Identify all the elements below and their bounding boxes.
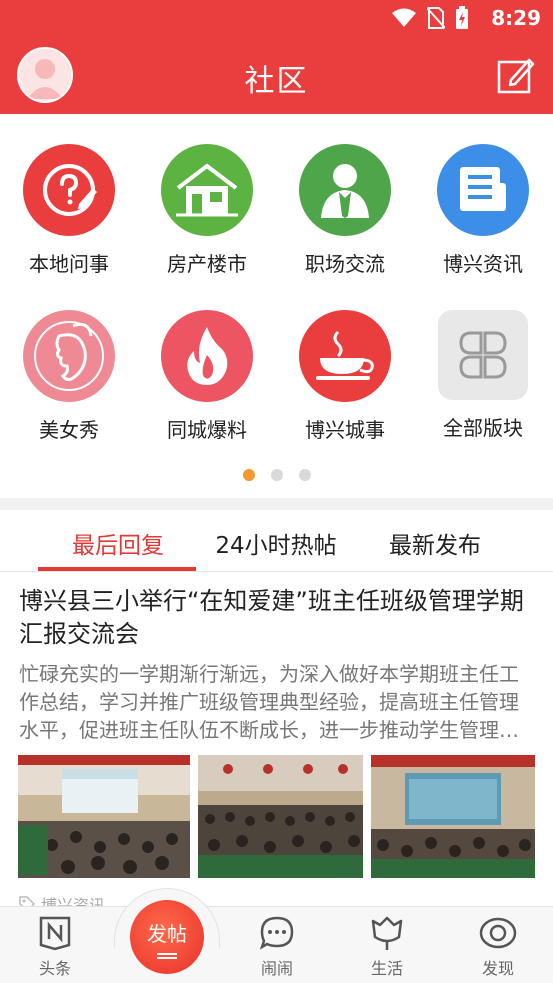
coffee-cup-icon	[299, 310, 391, 402]
post-button-label: 发帖	[147, 922, 187, 946]
status-time: 8:29	[491, 6, 541, 30]
flame-icon	[161, 310, 253, 402]
page-title: 社区	[244, 64, 309, 99]
app-header: 社区	[0, 36, 553, 114]
page-dot[interactable]	[270, 469, 283, 481]
tab-24h-hot[interactable]: 24小时热帖	[196, 526, 356, 560]
battery-charging-icon	[456, 6, 468, 29]
nav-life[interactable]: 生活	[352, 915, 422, 979]
page-dot[interactable]	[242, 469, 255, 481]
house-icon	[161, 144, 253, 236]
chat-bubble-icon	[259, 916, 294, 950]
category-workplace[interactable]: 职场交流	[276, 144, 414, 277]
post-card[interactable]: 博兴县三小举行“在知爱建”班主任班级管理学期汇报交流会 忙碌充实的一学期渐行渐远…	[19, 585, 535, 744]
wifi-icon	[392, 8, 416, 27]
status-bar: 8:29	[0, 0, 553, 36]
compose-icon[interactable]	[497, 56, 535, 94]
post-excerpt: 忙碌充实的一学期渐行渐远，为深入做好本学期班主任工作总结，学习并推广班级管理典型…	[19, 662, 519, 742]
post-image[interactable]	[198, 755, 370, 878]
category-label: 博兴城事	[305, 418, 385, 442]
grid-four-icon	[438, 310, 528, 400]
category-local-questions[interactable]: 本地问事	[0, 144, 138, 277]
category-grid: 本地问事 房产楼市 职场交流 博兴资讯 美女秀 同城爆料 博兴城事 全部版块	[0, 114, 553, 498]
category-real-estate[interactable]: 房产楼市	[138, 144, 276, 277]
category-label: 博兴资讯	[443, 252, 523, 276]
category-label: 本地问事	[29, 252, 109, 276]
post-button[interactable]: 发帖	[130, 900, 204, 974]
category-boxing-news[interactable]: 博兴资讯	[414, 144, 552, 277]
headline-n-icon	[39, 916, 71, 951]
post-images	[18, 755, 535, 878]
category-city-tips[interactable]: 同城爆料	[138, 310, 276, 443]
nav-label: 发现	[481, 959, 514, 978]
nav-discover[interactable]: 发现	[463, 915, 533, 979]
nav-label: 头条	[38, 959, 71, 978]
no-sim-icon	[427, 7, 445, 29]
nav-label: 生活	[370, 959, 403, 978]
category-label: 全部版块	[443, 416, 523, 440]
nav-chat[interactable]: 闹闹	[242, 915, 312, 979]
bottom-nav: 头条 闹闹 生活 发现	[0, 906, 553, 983]
status-icons	[391, 6, 469, 30]
post-title[interactable]: 博兴县三小举行“在知爱建”班主任班级管理学期汇报交流会	[19, 585, 535, 651]
post-image[interactable]	[371, 755, 535, 878]
section-divider	[0, 498, 553, 510]
category-beauty-show[interactable]: 美女秀	[0, 310, 138, 443]
nav-headlines[interactable]: 头条	[20, 915, 90, 979]
businessman-icon	[299, 144, 391, 236]
feed-tabs: 最后回复 24小时热帖 最新发布	[0, 510, 553, 572]
tulip-icon	[371, 916, 403, 950]
tab-newest[interactable]: 最新发布	[355, 526, 515, 560]
category-label: 同城爆料	[167, 418, 247, 442]
nav-label: 闹闹	[260, 959, 293, 978]
category-label: 职场交流	[305, 252, 385, 276]
menu-lines-icon	[157, 953, 177, 959]
category-city-events[interactable]: 博兴城事	[276, 310, 414, 443]
tab-latest-reply[interactable]: 最后回复	[38, 526, 198, 560]
newspaper-icon	[437, 144, 529, 236]
active-tab-indicator	[38, 567, 196, 571]
post-image[interactable]	[18, 755, 190, 878]
eye-icon	[479, 917, 517, 949]
woman-profile-icon	[23, 310, 115, 402]
category-label: 美女秀	[39, 418, 99, 442]
category-all-sections[interactable]: 全部版块	[414, 310, 552, 441]
category-label: 房产楼市	[167, 252, 247, 276]
page-dot[interactable]	[298, 469, 311, 481]
page-indicator	[0, 469, 553, 481]
question-pen-icon	[23, 144, 115, 236]
